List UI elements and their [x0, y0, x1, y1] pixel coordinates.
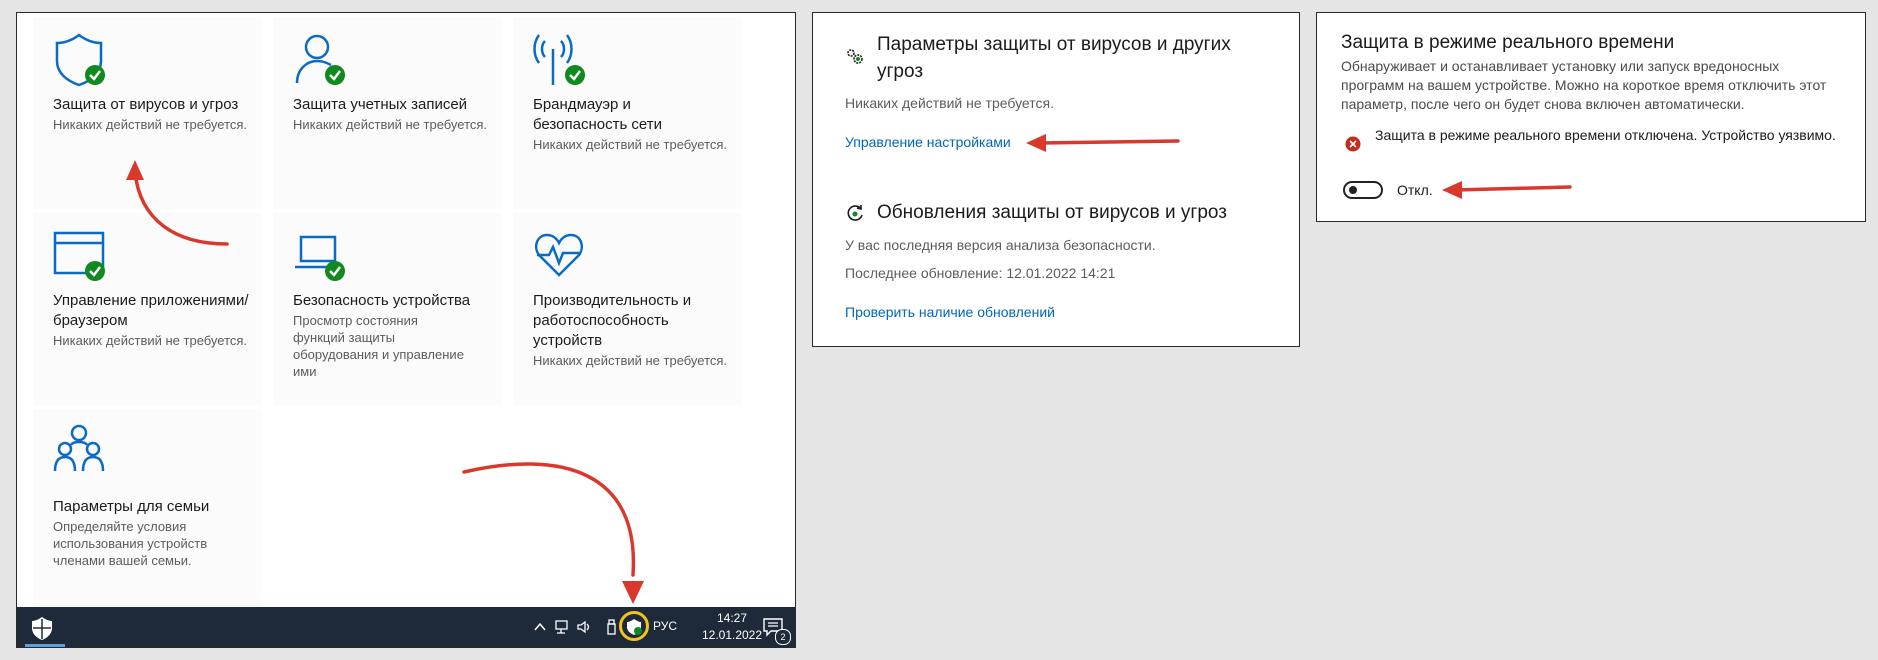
arrow-head-tray [622, 581, 644, 604]
arrow-head-toggle [1442, 181, 1462, 199]
arrow-head-manage [1026, 134, 1046, 152]
annotation-arrows [126, 134, 1572, 604]
arrow-head-tile [126, 160, 144, 180]
